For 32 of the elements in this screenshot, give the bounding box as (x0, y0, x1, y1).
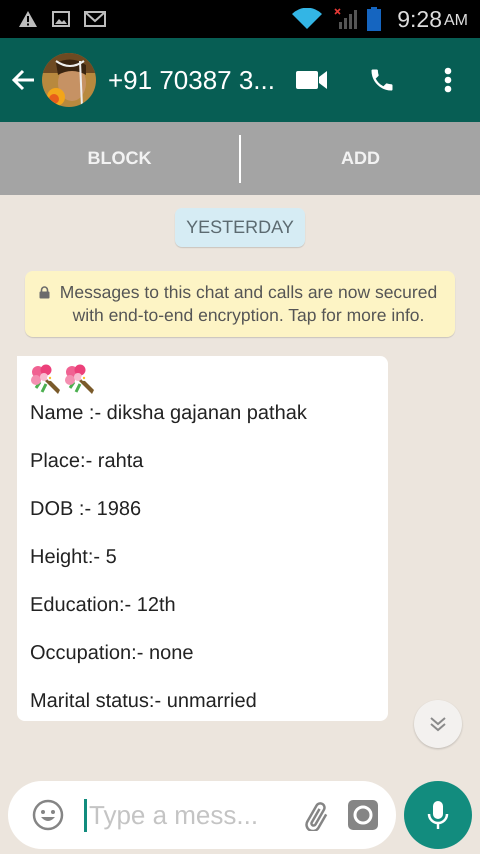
message-text: Place:- rahta (30, 450, 144, 473)
microphone-icon (427, 800, 449, 830)
lock-icon (39, 286, 50, 299)
message-bubble[interactable]: Name :- diksha gajanan pathak Place:- rahta DOB :- 1986 Height:- 5 Education:- 12th Occupation:- none Marital status:- unmarried (17, 356, 388, 721)
clock-period: AM (444, 12, 468, 30)
image-icon (52, 11, 70, 27)
contact-name[interactable]: +91 70387 3... (108, 64, 296, 96)
wifi-icon (291, 8, 324, 30)
message-input-field[interactable]: Type a mess... (8, 781, 396, 849)
warning-icon (18, 10, 38, 28)
mail-icon (84, 11, 106, 27)
message-text: Name :- diksha gajanan pathak (30, 402, 308, 425)
signal-icon (333, 8, 358, 30)
double-chevron-icon (429, 716, 447, 732)
clock-time: 9:28 (397, 6, 442, 32)
bouquet-icon (64, 364, 96, 396)
camera-icon[interactable] (348, 800, 378, 830)
date-chip: YESTERDAY (175, 208, 305, 247)
bouquet-icon (30, 364, 62, 396)
more-options-icon[interactable] (444, 67, 452, 93)
battery-icon (367, 7, 382, 31)
message-text: Marital status:- unmarried (30, 690, 258, 713)
video-call-icon[interactable] (296, 69, 328, 91)
message-text: DOB :- 1986 (30, 498, 142, 521)
scroll-down-button[interactable] (414, 700, 462, 748)
message-text: Height:- 5 (30, 546, 118, 569)
encryption-notice[interactable]: Messages to this chat and calls are now secured with end-to-end encryption. Tap for more info. (25, 271, 455, 337)
back-arrow-icon[interactable] (10, 68, 36, 92)
message-text: Education:- 12th (30, 594, 177, 617)
message-text: Occupation:- none (30, 642, 194, 665)
encryption-text: Messages to this chat and calls are now secured with end-to-end encryption. Tap for more info. (58, 281, 438, 327)
emoji-icon[interactable] (32, 799, 64, 831)
